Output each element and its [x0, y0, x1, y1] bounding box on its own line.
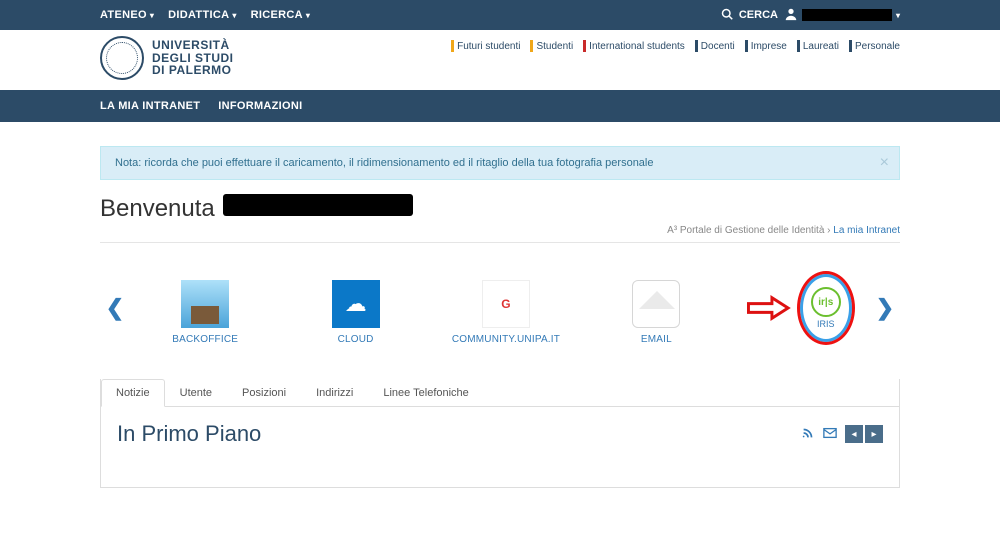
main-content: Nota: ricorda che puoi effettuare il car…: [100, 146, 900, 488]
breadcrumb: A³ Portale di Gestione delle Identità › …: [100, 225, 900, 236]
highlighted-service: ir|s IRIS: [747, 271, 855, 345]
breadcrumb-current[interactable]: La mia Intranet: [833, 225, 900, 236]
topnav-label: DIDATTICA: [168, 9, 229, 21]
community-icon: G: [482, 280, 530, 328]
service-label: IRIS: [817, 319, 835, 329]
welcome-name-redacted: [223, 194, 413, 216]
accent-bar: [530, 40, 533, 52]
service-label: EMAIL: [596, 334, 716, 345]
topnav-ateneo[interactable]: ATENEO▾: [100, 9, 154, 21]
callout-arrow-icon: [747, 294, 791, 322]
alert-text: Nota: ricorda che puoi effettuare il car…: [115, 157, 653, 169]
topnav-label: RICERCA: [251, 9, 303, 21]
topnav-didattica[interactable]: DIDATTICA▾: [168, 9, 236, 21]
service-email[interactable]: EMAIL: [596, 280, 716, 345]
service-community[interactable]: G COMMUNITY.UNIPA.IT: [446, 280, 566, 345]
quicklinks: Futuri studenti Studenti International stu…: [451, 36, 900, 52]
accent-bar: [797, 40, 800, 52]
accent-bar: [745, 40, 748, 52]
quicklink-studenti[interactable]: Studenti: [530, 40, 573, 52]
welcome-greeting: Benvenuta: [100, 195, 215, 223]
carousel-body: BACKOFFICE ☁ CLOUD G COMMUNITY.UNIPA.IT …: [130, 271, 870, 345]
carousel-next-button[interactable]: ❯: [870, 295, 900, 321]
tabs: NotizieUtentePosizioniIndirizziLinee Tel…: [101, 379, 899, 407]
topbar: ATENEO▾ DIDATTICA▾ RICERCA▾ CERCA ▾: [0, 0, 1000, 30]
search-label[interactable]: CERCA: [739, 9, 778, 21]
chevron-down-icon: ▾: [150, 11, 154, 20]
rss-icon[interactable]: [801, 426, 815, 443]
panel-actions: ◂ ▸: [801, 425, 883, 443]
alert-close-button[interactable]: ×: [880, 155, 889, 171]
service-label: BACKOFFICE: [145, 334, 265, 345]
breadcrumb-root: A³ Portale di Gestione delle Identità: [667, 225, 824, 236]
accent-bar: [583, 40, 586, 52]
user-name-redacted: [802, 9, 892, 21]
chevron-down-icon: ▾: [896, 11, 900, 20]
iris-icon: ir|s: [811, 287, 841, 317]
quicklink-international-students[interactable]: International students: [583, 40, 685, 52]
user-icon: [784, 7, 798, 24]
search-icon[interactable]: [721, 8, 733, 23]
panel-body: In Primo Piano ◂ ▸: [101, 407, 899, 487]
service-label: CLOUD: [296, 334, 416, 345]
user-menu[interactable]: ▾: [784, 7, 900, 24]
logo-seal-icon: [100, 36, 144, 80]
breadcrumb-sep: ›: [824, 225, 833, 236]
services-carousel: ❮ BACKOFFICE ☁ CLOUD G COMMUNITY.UNIPA.I…: [100, 271, 900, 345]
service-backoffice[interactable]: BACKOFFICE: [145, 280, 265, 345]
secondary-nav: LA MIA INTRANET INFORMAZIONI: [0, 90, 1000, 122]
quicklink-label: Imprese: [751, 41, 787, 52]
quicklink-laureati[interactable]: Laureati: [797, 40, 839, 52]
logo-line: UNIVERSITÀ: [152, 39, 234, 52]
topnav-ricerca[interactable]: RICERCA▾: [251, 9, 311, 21]
tab-notizie[interactable]: Notizie: [101, 379, 165, 407]
service-iris[interactable]: ir|s IRIS: [797, 271, 855, 345]
email-icon: [632, 280, 680, 328]
info-alert: Nota: ricorda che puoi effettuare il car…: [100, 146, 900, 180]
pager-prev-button[interactable]: ◂: [845, 425, 863, 443]
accent-bar: [695, 40, 698, 52]
service-label: COMMUNITY.UNIPA.IT: [446, 334, 566, 345]
quicklink-label: Studenti: [536, 41, 573, 52]
quicklink-label: Personale: [855, 41, 900, 52]
welcome-row: Benvenuta: [100, 194, 900, 223]
nav-intranet[interactable]: LA MIA INTRANET: [100, 100, 200, 112]
quicklink-docenti[interactable]: Docenti: [695, 40, 735, 52]
logo-line: DI PALERMO: [152, 64, 234, 77]
site-logo[interactable]: UNIVERSITÀ DEGLI STUDI DI PALERMO: [100, 36, 234, 80]
cloud-icon: ☁: [332, 280, 380, 328]
chevron-down-icon: ▾: [232, 11, 236, 20]
quicklink-label: Futuri studenti: [457, 41, 520, 52]
topbar-left: ATENEO▾ DIDATTICA▾ RICERCA▾: [100, 9, 310, 21]
backoffice-icon: [181, 280, 229, 328]
tab-linee-telefoniche[interactable]: Linee Telefoniche: [368, 379, 483, 407]
accent-bar: [451, 40, 454, 52]
divider: [100, 242, 900, 243]
quicklink-imprese[interactable]: Imprese: [745, 40, 787, 52]
header: UNIVERSITÀ DEGLI STUDI DI PALERMO Futuri…: [0, 30, 1000, 90]
topnav-label: ATENEO: [100, 9, 147, 21]
service-cloud[interactable]: ☁ CLOUD: [296, 280, 416, 345]
panel-title: In Primo Piano: [117, 421, 261, 447]
chevron-down-icon: ▾: [306, 11, 310, 20]
accent-bar: [849, 40, 852, 52]
tab-utente[interactable]: Utente: [165, 379, 227, 407]
pager-next-button[interactable]: ▸: [865, 425, 883, 443]
quicklink-label: Docenti: [701, 41, 735, 52]
logo-text: UNIVERSITÀ DEGLI STUDI DI PALERMO: [152, 39, 234, 77]
quicklink-label: Laureati: [803, 41, 839, 52]
mail-icon[interactable]: [823, 426, 837, 443]
tabs-panel: NotizieUtentePosizioniIndirizziLinee Tel…: [100, 379, 900, 488]
topbar-right: CERCA ▾: [721, 7, 900, 24]
quicklink-personale[interactable]: Personale: [849, 40, 900, 52]
pager: ◂ ▸: [845, 425, 883, 443]
quicklink-futuri-studenti[interactable]: Futuri studenti: [451, 40, 520, 52]
tab-posizioni[interactable]: Posizioni: [227, 379, 301, 407]
carousel-prev-button[interactable]: ❮: [100, 295, 130, 321]
tab-indirizzi[interactable]: Indirizzi: [301, 379, 368, 407]
nav-informazioni[interactable]: INFORMAZIONI: [218, 100, 302, 112]
quicklink-label: International students: [589, 41, 685, 52]
